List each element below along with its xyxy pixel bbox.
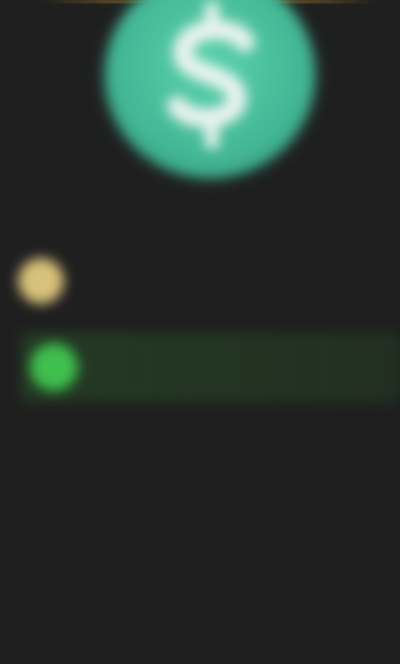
status-dot-icon [18,258,64,304]
app-logo-icon [167,2,255,148]
page-title [120,202,290,232]
app-logo [105,0,315,178]
option-row-2[interactable] [20,332,400,402]
option-row-1[interactable] [18,256,358,306]
screen [0,0,400,664]
status-dot-icon [30,343,78,391]
